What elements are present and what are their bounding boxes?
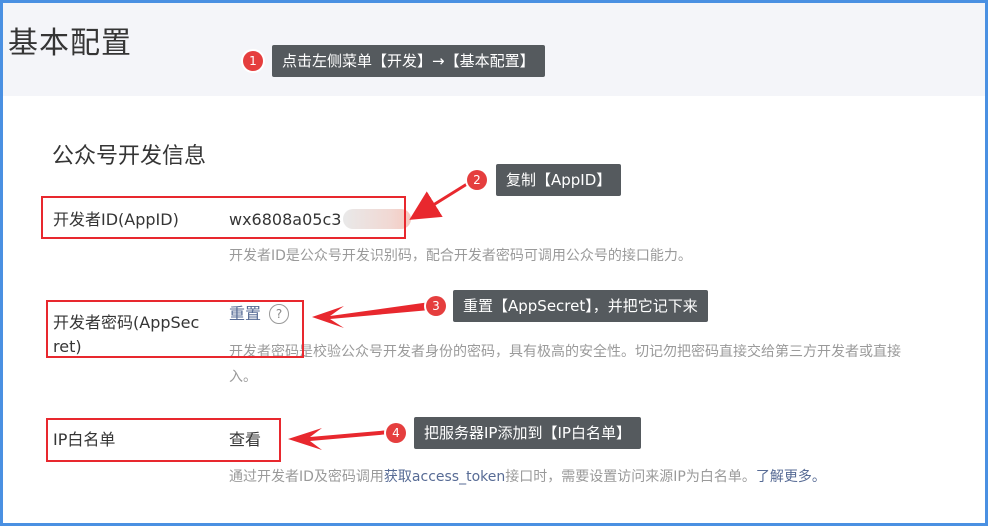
- annotation-badge-2: 2: [467, 170, 487, 190]
- arrow-2: [409, 182, 468, 220]
- annotation-badge-1: 1: [243, 51, 263, 71]
- annotation-badge-3: 3: [426, 296, 446, 316]
- annotation-badge-4: 4: [386, 423, 406, 443]
- arrow-3: [312, 302, 430, 328]
- annotation-callout-3: 重置【AppSecret】，并把它记下来: [453, 290, 708, 322]
- annotation-callout-2: 复制【AppID】: [496, 164, 622, 196]
- arrow-4: [288, 428, 390, 450]
- annotation-callout-1: 点击左侧菜单【开发】→【基本配置】: [272, 45, 545, 77]
- annotation-callout-4: 把服务器IP添加到【IP白名单】: [414, 417, 641, 449]
